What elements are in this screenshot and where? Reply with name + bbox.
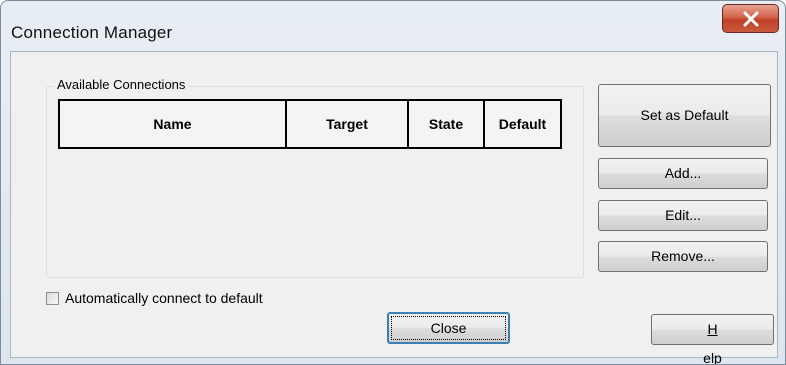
connection-manager-window: Connection Manager Available Connections…: [0, 0, 786, 365]
set-as-default-label: Set as Default: [640, 107, 729, 123]
edit-label: Edit...: [665, 207, 701, 223]
remove-button[interactable]: Remove...: [598, 241, 768, 272]
edit-button[interactable]: Edit...: [598, 200, 768, 231]
add-label: Add...: [664, 165, 702, 181]
column-header-name[interactable]: Name: [60, 101, 287, 147]
column-header-default[interactable]: Default: [485, 101, 560, 147]
focus-rectangle: [391, 316, 506, 340]
title-bar[interactable]: Connection Manager: [1, 1, 785, 51]
window-close-button[interactable]: [722, 4, 779, 33]
column-header-state[interactable]: State: [409, 101, 485, 147]
remove-label: Remove...: [651, 248, 715, 264]
window-title: Connection Manager: [11, 23, 173, 42]
close-button[interactable]: Close: [387, 312, 510, 344]
add-button[interactable]: Add...: [598, 158, 768, 189]
auto-connect-checkbox[interactable]: [46, 291, 59, 305]
help-button[interactable]: Help: [651, 314, 774, 364]
auto-connect-option[interactable]: Automatically connect to default: [46, 290, 263, 306]
set-as-default-button[interactable]: Set as Default: [598, 84, 771, 147]
group-legend: Available Connections: [54, 77, 189, 92]
help-label: Help: [652, 315, 773, 365]
help-label-rest: elp: [703, 350, 722, 365]
close-icon: [743, 11, 759, 27]
auto-connect-label[interactable]: Automatically connect to default: [65, 290, 263, 306]
column-header-target[interactable]: Target: [287, 101, 409, 147]
help-accelerator: H: [707, 321, 718, 337]
connections-list-header: Name Target State Default: [58, 99, 562, 149]
